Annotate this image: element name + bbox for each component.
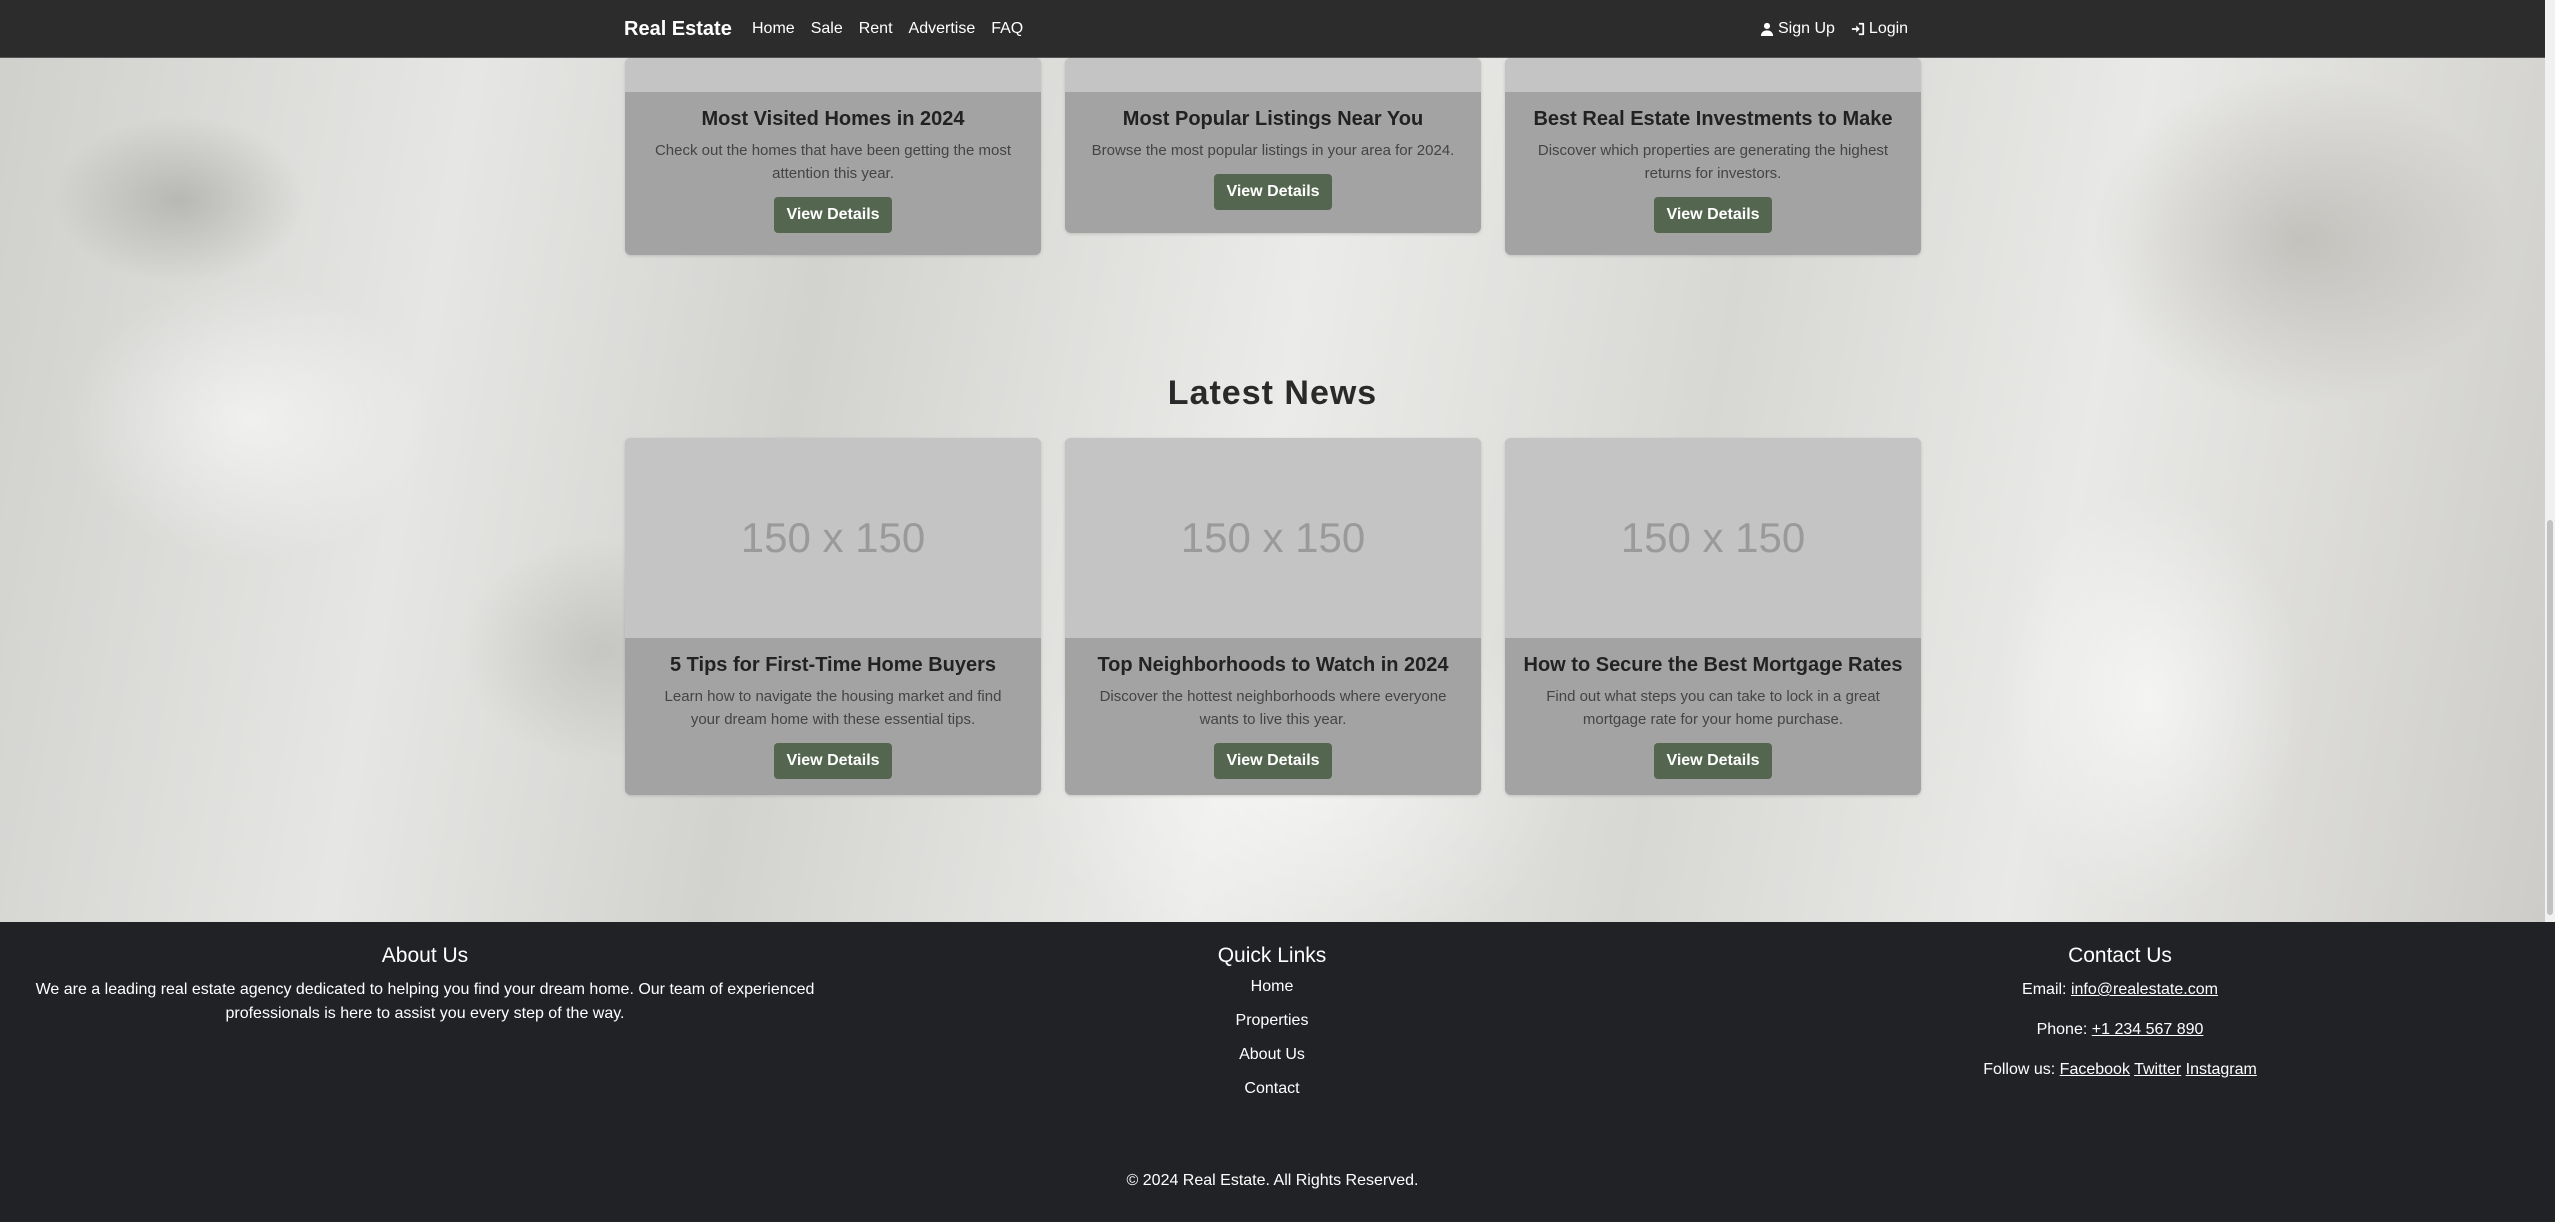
login-label: Login	[1868, 20, 1909, 37]
featured-card: Best Real Estate Investments to Make Dis…	[1505, 58, 1921, 255]
auth-links: Sign Up Login	[1760, 20, 1908, 38]
view-details-button[interactable]: View Details	[1214, 174, 1332, 210]
nav-home[interactable]: Home	[752, 20, 795, 38]
card-title: Best Real Estate Investments to Make	[1533, 108, 1893, 130]
instagram-link[interactable]: Instagram	[2186, 1061, 2257, 1078]
card-text: Discover the hottest neighborhoods where…	[1099, 688, 1447, 728]
nav-faq[interactable]: FAQ	[991, 20, 1023, 38]
nav-sale[interactable]: Sale	[811, 20, 843, 38]
news-card: 150 x 150 Top Neighborhoods to Watch in …	[1065, 438, 1481, 795]
brand-logo[interactable]: Real Estate	[624, 18, 732, 41]
placeholder-text: 150 x 150	[740, 514, 926, 561]
phone-label: Phone:	[2036, 1021, 2088, 1038]
footer-about-title: About Us	[381, 944, 469, 967]
card-title: Top Neighborhoods to Watch in 2024	[1097, 654, 1449, 676]
view-details-button[interactable]: View Details	[1654, 197, 1772, 233]
copyright-text: © 2024 Real Estate. All Rights Reserved.	[1126, 1172, 1419, 1189]
card-title: 5 Tips for First-Time Home Buyers	[669, 654, 996, 676]
card-title: Most Popular Listings Near You	[1122, 108, 1424, 130]
card-text: Find out what steps you can take to lock…	[1546, 688, 1880, 728]
footer-quick-links-title: Quick Links	[1217, 944, 1327, 967]
site-footer: About Us We are a leading real estate ag…	[0, 922, 2555, 1222]
card-image-placeholder: 150 x 150	[1065, 438, 1481, 638]
signup-link[interactable]: Sign Up	[1760, 20, 1835, 38]
featured-card: Most Popular Listings Near You Browse th…	[1065, 58, 1481, 233]
view-details-button[interactable]: View Details	[774, 197, 892, 233]
card-text: Check out the homes that have been getti…	[654, 142, 1012, 182]
facebook-link[interactable]: Facebook	[2060, 1061, 2130, 1078]
footer-quick-links: Quick Links Home Properties About Us Con…	[1072, 944, 1472, 1114]
view-details-button[interactable]: View Details	[1654, 743, 1772, 779]
view-details-button[interactable]: View Details	[1214, 743, 1332, 779]
footer-link-properties[interactable]: Properties	[1072, 1012, 1472, 1030]
phone-link[interactable]: +1 234 567 890	[2092, 1021, 2204, 1038]
latest-news-heading: Latest News	[1167, 374, 1378, 412]
placeholder-text: 150 x 150	[1180, 514, 1366, 561]
footer-link-about[interactable]: About Us	[1072, 1046, 1472, 1064]
scrollbar-thumb[interactable]	[2547, 520, 2553, 915]
card-image-placeholder: 150 x 150	[1505, 438, 1921, 638]
footer-link-contact[interactable]: Contact	[1072, 1080, 1472, 1098]
card-image-placeholder: 150 x 150	[625, 438, 1041, 638]
login-link[interactable]: Login	[1851, 20, 1908, 38]
top-navbar: Real Estate Home Sale Rent Advertise FAQ…	[0, 0, 2545, 58]
vertical-scrollbar[interactable]	[2545, 0, 2555, 922]
email-label: Email:	[2022, 981, 2067, 998]
sign-in-icon	[1851, 22, 1865, 36]
view-details-button[interactable]: View Details	[774, 743, 892, 779]
twitter-link[interactable]: Twitter	[2134, 1061, 2181, 1078]
card-text: Browse the most popular listings in your…	[1091, 142, 1455, 159]
featured-card: Most Visited Homes in 2024 Check out the…	[625, 58, 1041, 255]
card-text: Discover which properties are generating…	[1537, 142, 1889, 182]
card-image	[1065, 58, 1481, 92]
news-card: 150 x 150 5 Tips for First-Time Home Buy…	[625, 438, 1041, 795]
footer-about-text: We are a leading real estate agency dedi…	[35, 981, 815, 1022]
user-icon	[1760, 22, 1774, 36]
card-image	[1505, 58, 1921, 92]
card-text: Learn how to navigate the housing market…	[664, 688, 1002, 728]
nav-rent[interactable]: Rent	[859, 20, 893, 38]
placeholder-text: 150 x 150	[1620, 514, 1806, 561]
signup-label: Sign Up	[1778, 20, 1835, 37]
footer-contact-title: Contact Us	[2068, 944, 2172, 967]
follow-label: Follow us:	[1983, 1061, 2056, 1078]
card-image	[625, 58, 1041, 92]
footer-link-home[interactable]: Home	[1072, 978, 1472, 996]
card-title: Most Visited Homes in 2024	[701, 108, 965, 130]
news-card: 150 x 150 How to Secure the Best Mortgag…	[1505, 438, 1921, 795]
card-title: How to Secure the Best Mortgage Rates	[1523, 654, 1903, 676]
footer-about: About Us We are a leading real estate ag…	[20, 944, 830, 1026]
email-link[interactable]: info@realestate.com	[2071, 981, 2218, 998]
footer-contact: Contact Us Email: info@realestate.com Ph…	[1820, 944, 2420, 1082]
nav-links: Home Sale Rent Advertise FAQ	[752, 20, 1039, 38]
nav-advertise[interactable]: Advertise	[909, 20, 976, 38]
